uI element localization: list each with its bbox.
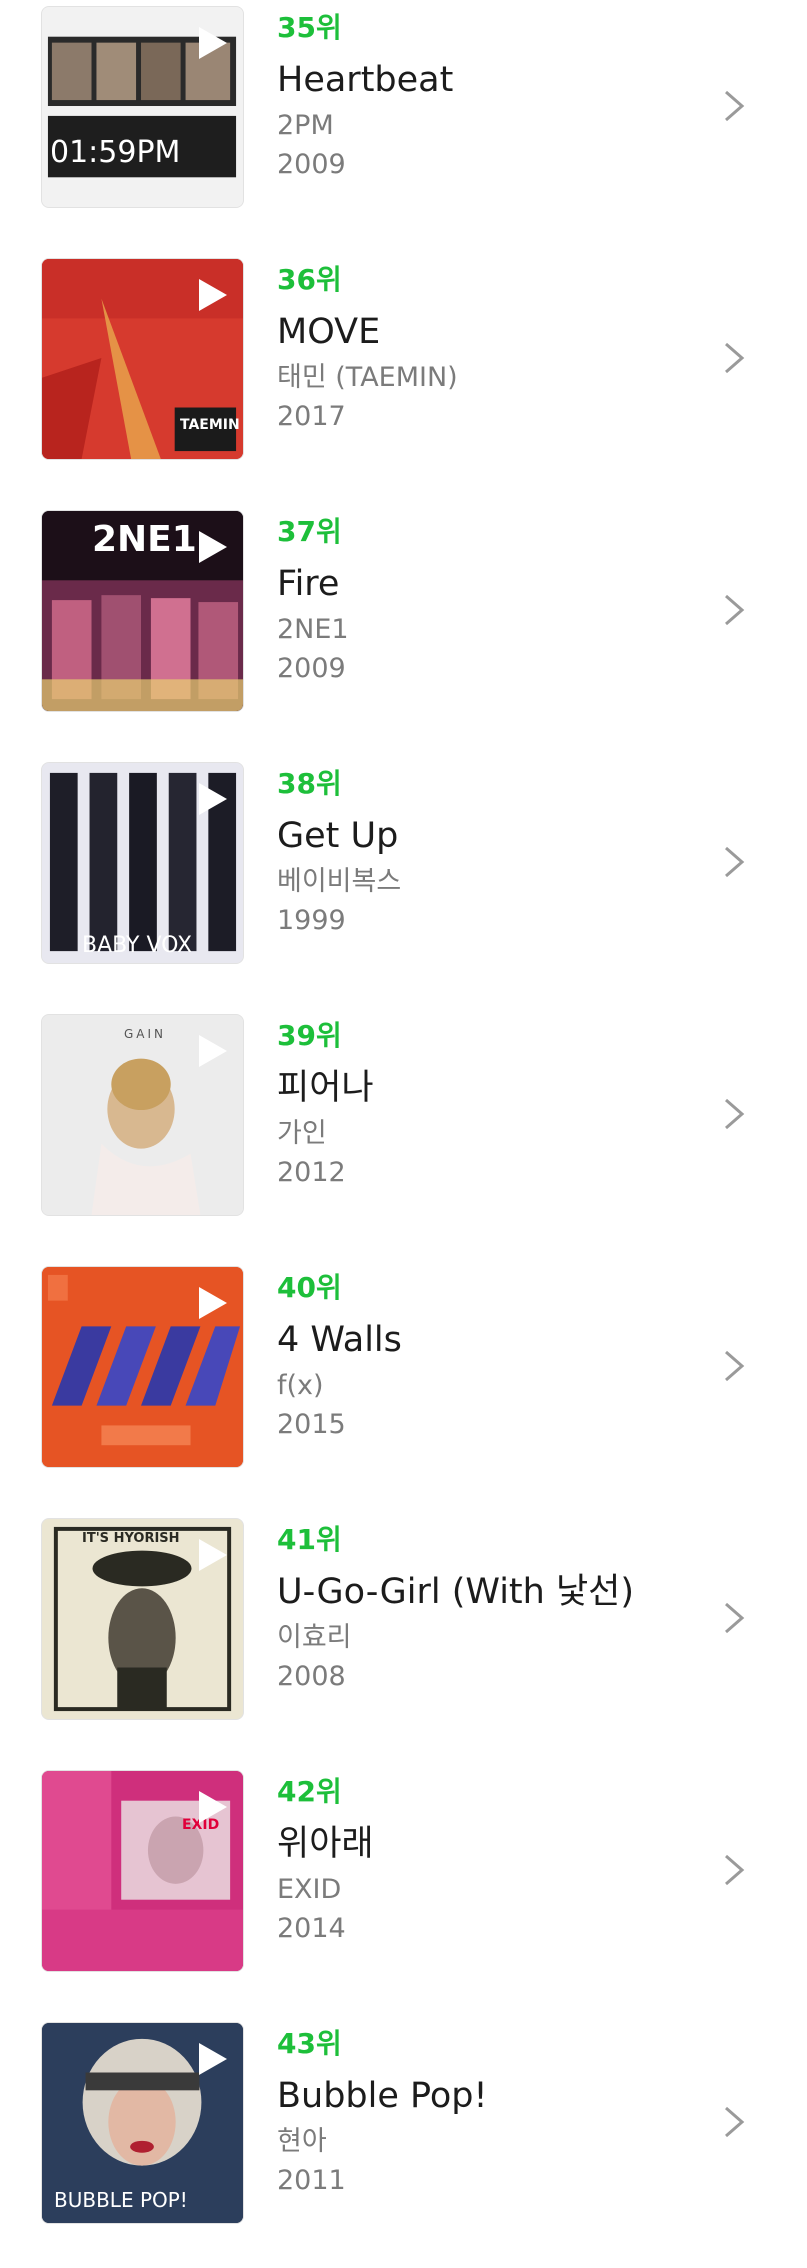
- play-icon[interactable]: [195, 1285, 229, 1321]
- rank: 43위: [277, 2027, 342, 2060]
- rank: 37위: [277, 515, 342, 548]
- song-title[interactable]: Get Up: [277, 814, 398, 858]
- release-year: 2008: [277, 1661, 346, 1692]
- release-year: 2009: [277, 149, 346, 180]
- song-row[interactable]: BABY VOX 38위 Get Up 베이비복스 1999: [0, 756, 807, 1008]
- album-cover[interactable]: [41, 1266, 244, 1468]
- album-cover[interactable]: 2NE1: [41, 510, 244, 712]
- chevron-right-icon[interactable]: [722, 88, 746, 124]
- album-cover[interactable]: BABY VOX: [41, 762, 244, 964]
- play-icon[interactable]: [195, 1789, 229, 1825]
- play-icon[interactable]: [195, 277, 229, 313]
- play-icon[interactable]: [195, 2041, 229, 2077]
- rank: 35위: [277, 11, 342, 44]
- song-title[interactable]: U-Go-Girl (With 낯선): [277, 1570, 634, 1614]
- release-year: 2009: [277, 653, 346, 684]
- chevron-right-icon[interactable]: [722, 1600, 746, 1636]
- song-row[interactable]: 40위 4 Walls f(x) 2015: [0, 1260, 807, 1512]
- artist-name[interactable]: 가인: [277, 1116, 327, 1152]
- song-row[interactable]: 2NE1 37위 Fire 2NE1 2009: [0, 504, 807, 756]
- rank: 38위: [277, 767, 342, 800]
- album-cover[interactable]: IT'S HYORISH: [41, 1518, 244, 1720]
- release-year: 2017: [277, 401, 346, 432]
- rank: 39위: [277, 1019, 342, 1052]
- song-title[interactable]: 위아래: [277, 1822, 374, 1866]
- chevron-right-icon[interactable]: [722, 340, 746, 376]
- artist-name[interactable]: 2NE1: [277, 612, 349, 648]
- song-title[interactable]: 4 Walls: [277, 1318, 402, 1362]
- album-cover[interactable]: GAIN: [41, 1014, 244, 1216]
- rank: 36위: [277, 263, 342, 296]
- play-icon[interactable]: [195, 1537, 229, 1573]
- cover-text: IT'S HYORISH: [82, 1531, 180, 1546]
- song-title[interactable]: Fire: [277, 562, 339, 606]
- chevron-right-icon[interactable]: [722, 1852, 746, 1888]
- song-row[interactable]: GAIN 39위 피어나 가인 2012: [0, 1008, 807, 1260]
- song-row[interactable]: BUBBLE POP! 43위 Bubble Pop! 현아 2011: [0, 2016, 807, 2268]
- artist-name[interactable]: 현아: [277, 2124, 327, 2160]
- album-cover[interactable]: TAEMIN: [41, 258, 244, 460]
- song-title[interactable]: MOVE: [277, 310, 380, 354]
- play-icon[interactable]: [195, 529, 229, 565]
- rank: 40위: [277, 1271, 342, 1304]
- chevron-right-icon[interactable]: [722, 2104, 746, 2140]
- artist-name[interactable]: EXID: [277, 1872, 341, 1908]
- cover-text: GAIN: [124, 1027, 167, 1041]
- cover-text: BUBBLE POP!: [54, 2188, 188, 2212]
- release-year: 2011: [277, 2165, 346, 2196]
- play-icon[interactable]: [195, 25, 229, 61]
- song-row[interactable]: TAEMIN 36위 MOVE 태민 (TAEMIN) 2017: [0, 252, 807, 504]
- artist-name[interactable]: 태민 (TAEMIN): [277, 360, 458, 396]
- song-row[interactable]: EXID 42위 위아래 EXID 2014: [0, 1764, 807, 2016]
- rank: 42위: [277, 1775, 342, 1808]
- cover-text: 2NE1: [92, 519, 197, 560]
- chevron-right-icon[interactable]: [722, 592, 746, 628]
- cover-text: BABY VOX: [82, 933, 193, 958]
- song-row[interactable]: IT'S HYORISH 41위 U-Go-Girl (With 낯선) 이효리…: [0, 1512, 807, 1764]
- rank: 41위: [277, 1523, 342, 1556]
- play-icon[interactable]: [195, 1033, 229, 1069]
- album-cover[interactable]: EXID: [41, 1770, 244, 1972]
- song-title[interactable]: 피어나: [277, 1066, 374, 1110]
- chevron-right-icon[interactable]: [722, 1348, 746, 1384]
- release-year: 1999: [277, 905, 346, 936]
- album-cover[interactable]: BUBBLE POP!: [41, 2022, 244, 2224]
- chevron-right-icon[interactable]: [722, 1096, 746, 1132]
- cover-text: TAEMIN: [180, 417, 240, 433]
- artist-name[interactable]: f(x): [277, 1368, 324, 1404]
- release-year: 2015: [277, 1409, 346, 1440]
- album-cover[interactable]: 01:59PM: [41, 6, 244, 208]
- artist-name[interactable]: 2PM: [277, 108, 334, 144]
- release-year: 2012: [277, 1157, 346, 1188]
- song-title[interactable]: Bubble Pop!: [277, 2074, 488, 2118]
- song-row[interactable]: 01:59PM 35위 Heartbeat 2PM 2009: [0, 0, 807, 252]
- chevron-right-icon[interactable]: [722, 844, 746, 880]
- release-year: 2014: [277, 1913, 346, 1944]
- artist-name[interactable]: 베이비복스: [277, 864, 401, 900]
- song-title[interactable]: Heartbeat: [277, 58, 453, 102]
- artist-name[interactable]: 이효리: [277, 1620, 352, 1656]
- play-icon[interactable]: [195, 781, 229, 817]
- cover-text: 01:59PM: [50, 135, 181, 170]
